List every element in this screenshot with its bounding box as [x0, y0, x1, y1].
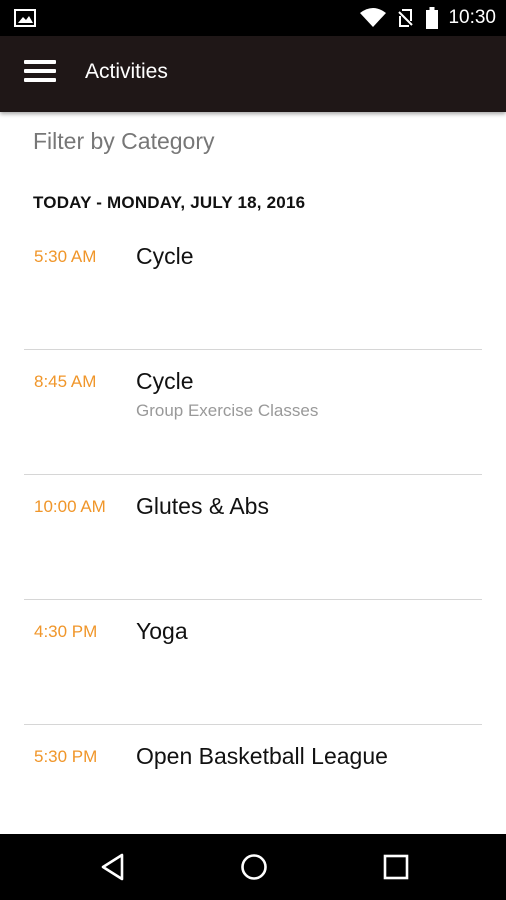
activity-title: Open Basketball League [136, 743, 388, 769]
activity-title: Cycle [136, 368, 194, 394]
activity-time: 10:00 AM [34, 497, 106, 516]
system-nav-bar [0, 834, 506, 900]
activity-subtitle: Group Exercise Classes [136, 401, 319, 420]
activity-title: Glutes & Abs [136, 493, 269, 519]
battery-icon [426, 7, 439, 29]
page-title: Activities [85, 60, 168, 83]
activity-time: 5:30 AM [34, 247, 97, 266]
app-bar: Activities [0, 36, 506, 112]
activity-list: 5:30 AM Cycle 8:45 AM Cycle Group Exerci… [0, 225, 506, 850]
no-signal-icon [398, 9, 414, 27]
list-item[interactable]: 4:30 PM Yoga [0, 600, 506, 725]
filter-by-category-button[interactable]: Filter by Category [33, 128, 215, 155]
activity-time: 4:30 PM [34, 622, 98, 641]
activity-title: Yoga [136, 618, 188, 644]
status-icons: 10:30 [360, 0, 496, 36]
day-heading: TODAY - MONDAY, JULY 18, 2016 [33, 193, 306, 212]
list-item[interactable]: 10:00 AM Glutes & Abs [0, 475, 506, 600]
image-notification-icon [14, 9, 36, 27]
home-icon[interactable] [239, 852, 269, 882]
activity-title: Cycle [136, 243, 194, 269]
hamburger-menu-icon[interactable] [24, 60, 56, 88]
list-item[interactable]: 8:45 AM Cycle Group Exercise Classes [0, 350, 506, 475]
recents-icon[interactable] [381, 852, 411, 882]
wifi-icon [360, 8, 387, 27]
activity-time: 5:30 PM [34, 747, 98, 766]
list-item[interactable]: 5:30 PM Open Basketball League [0, 725, 506, 850]
status-time: 10:30 [448, 7, 496, 28]
activity-time: 8:45 AM [34, 372, 97, 391]
status-bar: 10:30 [0, 0, 506, 36]
list-item[interactable]: 5:30 AM Cycle [0, 225, 506, 350]
back-icon[interactable] [98, 852, 128, 882]
